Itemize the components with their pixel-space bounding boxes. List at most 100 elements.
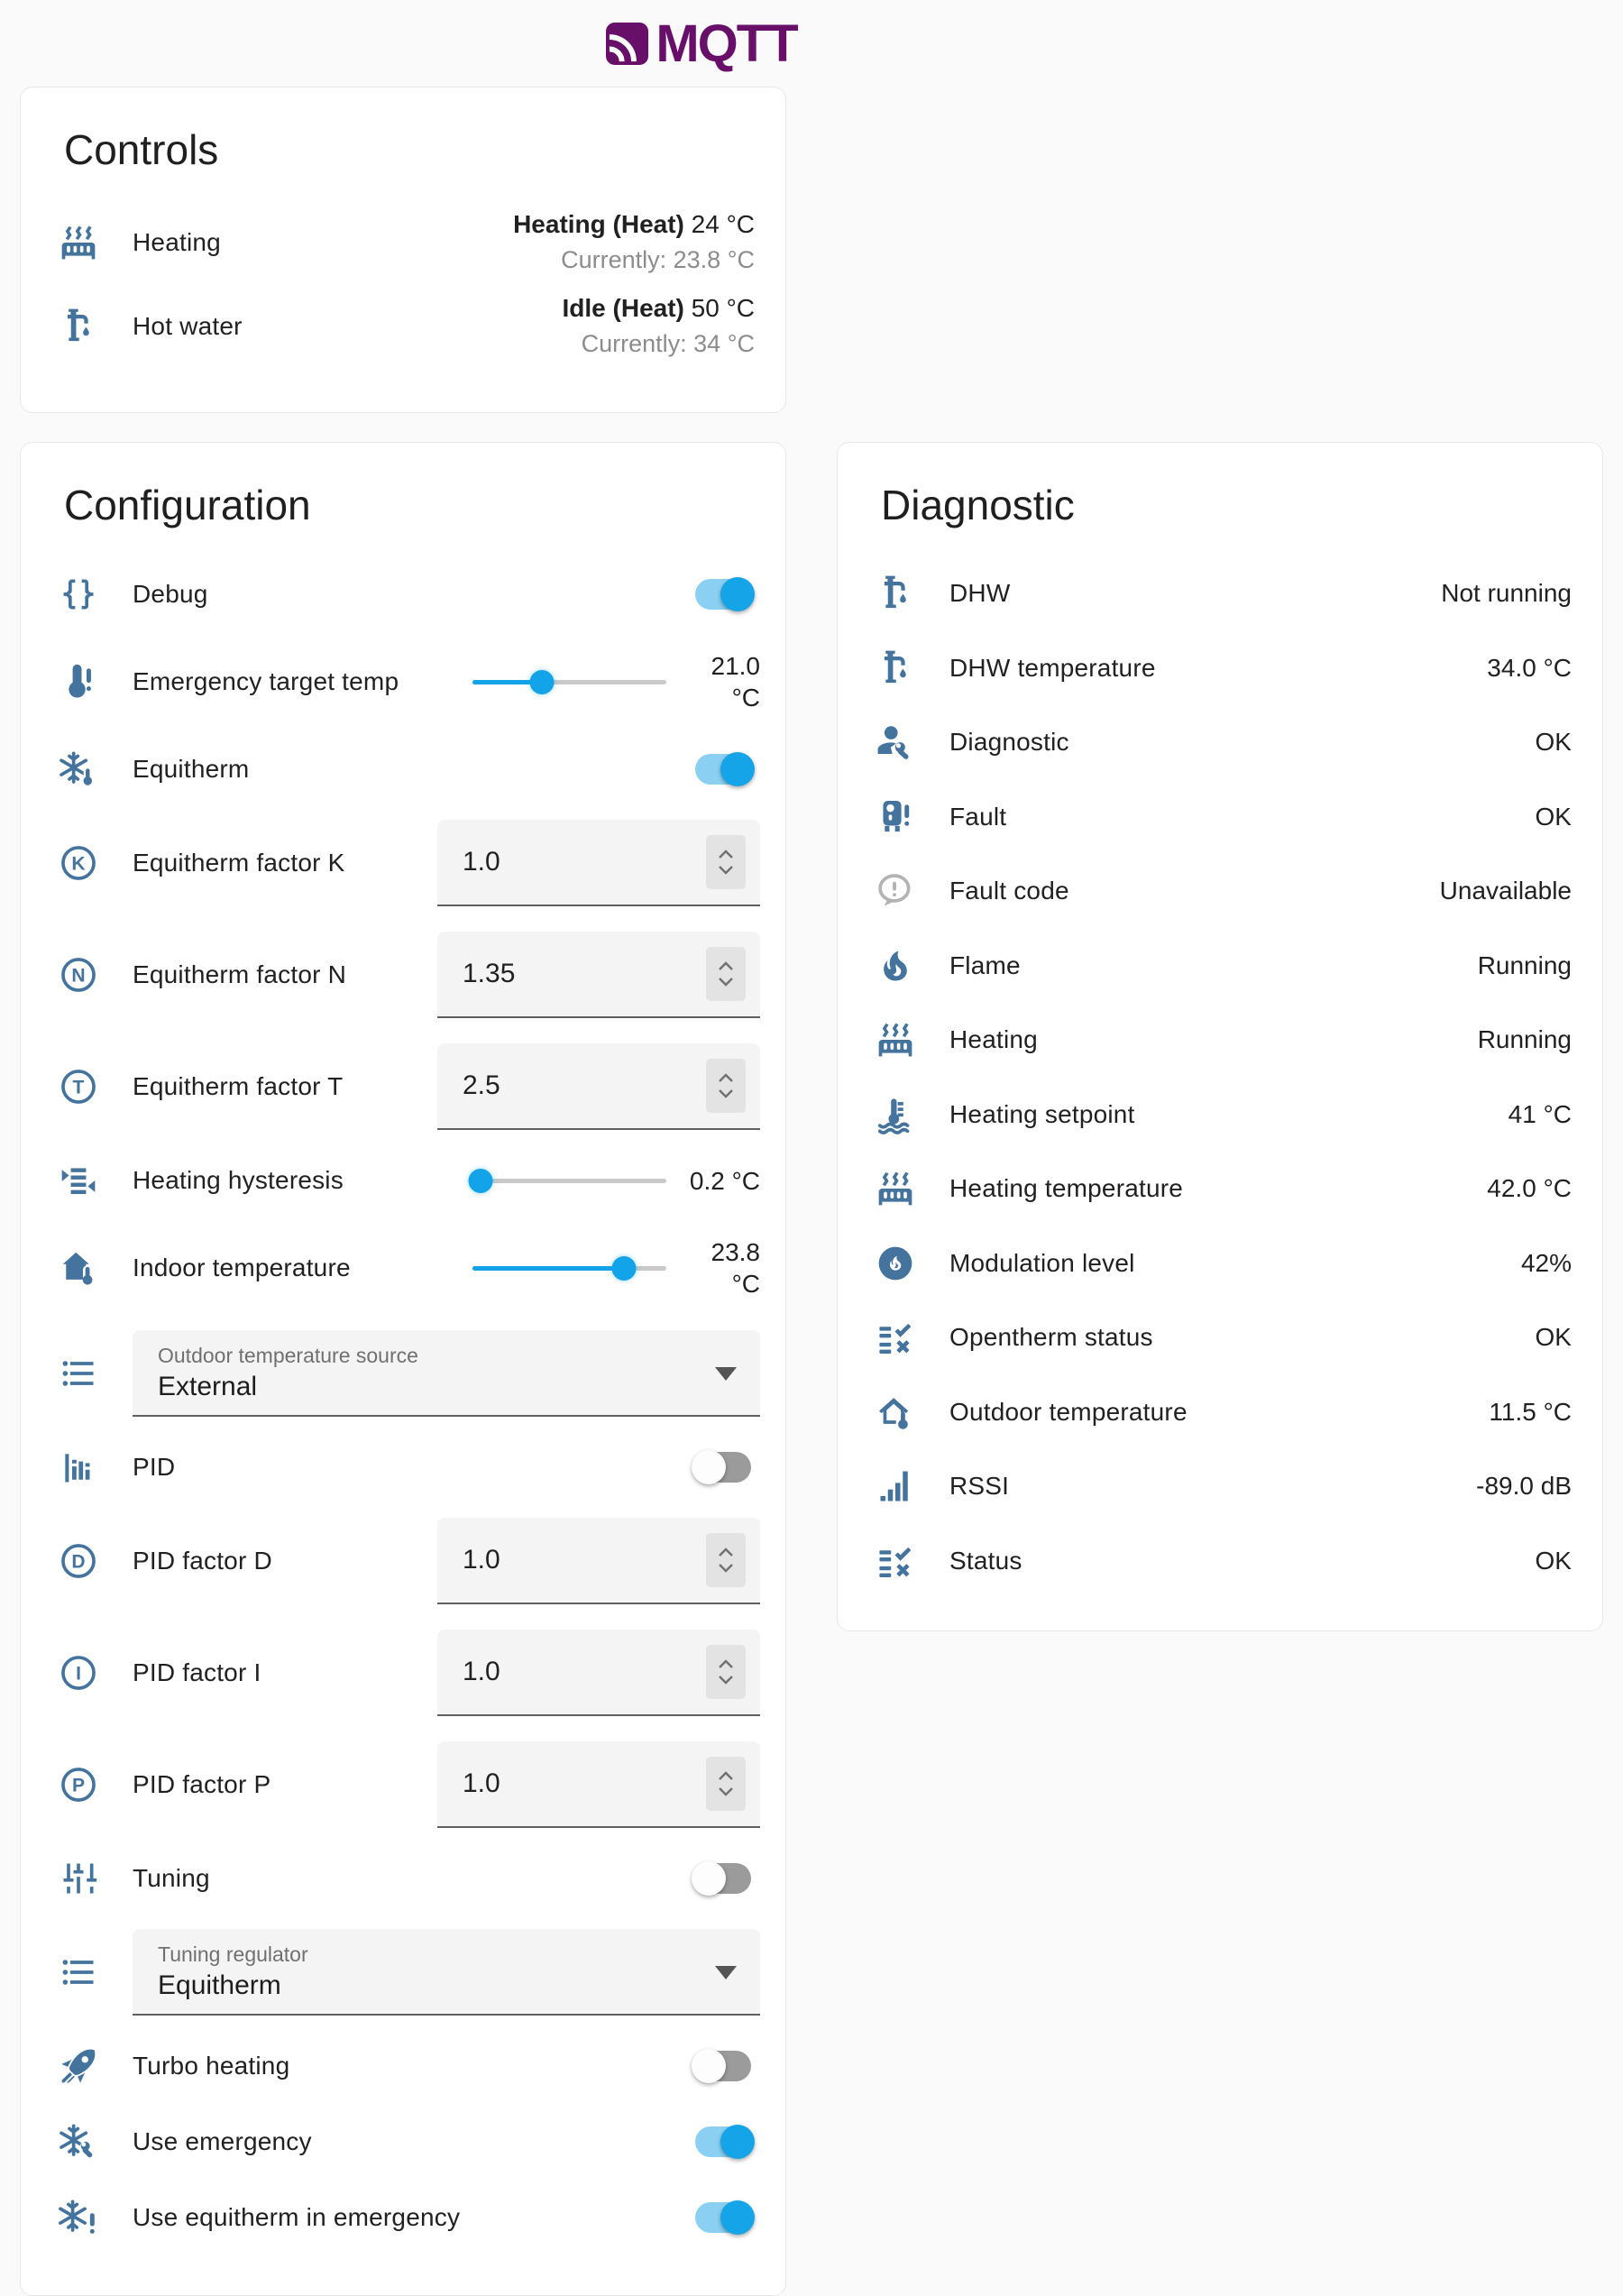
number-value[interactable]: 2.5: [463, 1070, 500, 1101]
radiator-icon: [876, 1169, 915, 1208]
equitherm-factor-t-input[interactable]: 2.5: [437, 1043, 760, 1130]
number-stepper[interactable]: [706, 835, 746, 889]
water-pump-icon: [59, 307, 98, 346]
diag-label: Heating: [949, 1025, 1478, 1054]
slider-thumb[interactable]: [611, 1256, 636, 1281]
diag-label: DHW temperature: [949, 654, 1487, 683]
climate-current-temp: Currently: 34 °C: [563, 330, 755, 358]
alpha-d-circle-icon: D: [59, 1541, 98, 1581]
diag-value: Unavailable: [1440, 877, 1572, 905]
equitherm-factor-n-input[interactable]: 1.35: [437, 932, 760, 1018]
stepper-up-icon[interactable]: [716, 1658, 736, 1670]
number-stepper[interactable]: [706, 1059, 746, 1113]
water-pump-icon: [876, 648, 915, 688]
water-pump-icon: [876, 574, 915, 613]
config-row-pid-factor-p: P PID factor P 1.0: [46, 1729, 760, 1841]
outdoor-temperature-source-select[interactable]: Outdoor temperature source External: [133, 1330, 760, 1417]
debug-toggle[interactable]: [695, 579, 751, 610]
diagnostic-title: Diagnostic: [881, 481, 1577, 529]
config-label: Use equitherm in emergency: [133, 2203, 695, 2232]
chevron-down-icon: [715, 1966, 737, 1979]
fire-icon: [876, 946, 915, 986]
diag-value: Running: [1478, 951, 1572, 980]
number-value[interactable]: 1.0: [463, 1768, 500, 1799]
arrow-collapse-horizontal-icon: [59, 1161, 98, 1200]
tuning-regulator-select[interactable]: Tuning regulator Equitherm: [133, 1929, 760, 2016]
config-row-tuning: Tuning: [46, 1841, 760, 1916]
diag-label: DHW: [949, 579, 1441, 608]
equitherm-factor-k-input[interactable]: 1.0: [437, 820, 760, 906]
home-thermometer-outline-icon: [876, 1392, 915, 1432]
select-label: Outdoor temperature source: [158, 1344, 697, 1368]
number-value[interactable]: 1.0: [463, 1657, 500, 1687]
number-value[interactable]: 1.0: [463, 1545, 500, 1575]
config-label: Debug: [133, 580, 695, 609]
number-stepper[interactable]: [706, 1533, 746, 1587]
stepper-up-icon[interactable]: [716, 849, 736, 860]
svg-text:T: T: [73, 1077, 85, 1097]
stepper-down-icon[interactable]: [716, 864, 736, 876]
config-label: PID factor I: [133, 1658, 437, 1687]
pid-factor-p-input[interactable]: 1.0: [437, 1741, 760, 1828]
snowflake-alert-icon: [59, 2198, 98, 2237]
signal-icon: [876, 1466, 915, 1506]
diag-label: Status: [949, 1547, 1536, 1575]
configuration-title: Configuration: [64, 481, 760, 529]
thermometer-alert-icon: [59, 662, 98, 702]
account-wrench-icon: [876, 722, 915, 762]
diag-row-rssi: RSSI -89.0 dB: [863, 1449, 1577, 1524]
number-stepper[interactable]: [706, 1645, 746, 1699]
diag-row-diagnostic: Diagnostic OK: [863, 705, 1577, 780]
config-label: Emergency target temp: [133, 667, 472, 696]
slider-thumb[interactable]: [468, 1169, 492, 1193]
snowflake-wrench-icon: [59, 2122, 98, 2162]
diag-row-heating-temperature: Heating temperature 42.0 °C: [863, 1152, 1577, 1226]
stepper-down-icon[interactable]: [716, 1562, 736, 1574]
config-label: Equitherm: [133, 755, 695, 784]
climate-state[interactable]: Idle (Heat) 50 °C: [563, 294, 755, 323]
number-stepper[interactable]: [706, 947, 746, 1001]
use-emergency-toggle[interactable]: [695, 2126, 751, 2157]
diag-label: Heating setpoint: [949, 1100, 1508, 1129]
select-label: Tuning regulator: [158, 1942, 697, 1967]
mqtt-logo-text: MQTT: [656, 14, 796, 74]
equitherm-toggle[interactable]: [695, 754, 751, 785]
stepper-up-icon[interactable]: [716, 1072, 736, 1084]
config-row-pid-factor-d: D PID factor D 1.0: [46, 1505, 760, 1617]
diag-row-flame: Flame Running: [863, 929, 1577, 1004]
heating-hysteresis-slider[interactable]: [472, 1179, 666, 1183]
stepper-down-icon[interactable]: [716, 1088, 736, 1099]
config-row-heating-hysteresis: Heating hysteresis 0.2 °C: [46, 1143, 760, 1218]
stepper-down-icon[interactable]: [716, 1674, 736, 1685]
climate-current-temp: Currently: 23.8 °C: [513, 246, 755, 274]
slider-value: 0.2 °C: [679, 1165, 760, 1197]
stepper-up-icon[interactable]: [716, 960, 736, 972]
diag-label: Fault: [949, 803, 1536, 831]
tuning-toggle[interactable]: [695, 1863, 751, 1894]
turbo-heating-toggle[interactable]: [695, 2051, 751, 2081]
indoor-temperature-slider[interactable]: [472, 1266, 666, 1271]
number-value[interactable]: 1.0: [463, 847, 500, 877]
use-equitherm-in-emergency-toggle[interactable]: [695, 2202, 751, 2233]
config-row-equitherm-factor-k: K Equitherm factor K 1.0: [46, 807, 760, 919]
number-value[interactable]: 1.35: [463, 959, 515, 989]
emergency-target-temp-slider[interactable]: [472, 680, 666, 684]
diag-row-opentherm-status: Opentherm status OK: [863, 1300, 1577, 1375]
stepper-down-icon[interactable]: [716, 976, 736, 987]
stepper-down-icon[interactable]: [716, 1786, 736, 1797]
pid-factor-d-input[interactable]: 1.0: [437, 1518, 760, 1604]
format-list-bulleted-icon: [59, 1354, 98, 1393]
number-stepper[interactable]: [706, 1757, 746, 1811]
pid-factor-i-input[interactable]: 1.0: [437, 1630, 760, 1716]
stepper-up-icon[interactable]: [716, 1547, 736, 1558]
config-row-outdoor-temperature-source: Outdoor temperature source External: [46, 1318, 760, 1429]
stepper-up-icon[interactable]: [716, 1770, 736, 1782]
diag-value: 41 °C: [1508, 1100, 1572, 1129]
climate-state[interactable]: Heating (Heat) 24 °C: [513, 210, 755, 239]
fire-circle-icon: [876, 1244, 915, 1283]
pid-toggle[interactable]: [695, 1452, 751, 1483]
diag-label: Diagnostic: [949, 728, 1536, 757]
diag-row-fault-code: Fault code Unavailable: [863, 854, 1577, 929]
slider-thumb[interactable]: [530, 670, 555, 694]
diag-row-status: Status OK: [863, 1524, 1577, 1599]
